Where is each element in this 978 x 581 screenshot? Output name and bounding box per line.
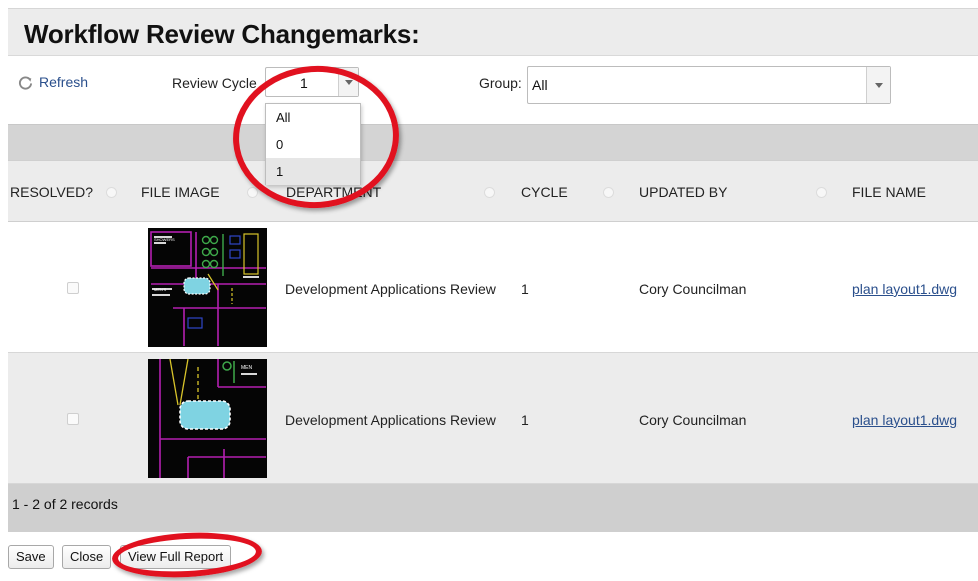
gear-icon[interactable] [604,188,613,197]
refresh-icon [18,75,33,90]
group-label: Group: [479,75,522,91]
records-count: 1 - 2 of 2 records [12,496,118,512]
column-header-department[interactable]: DEPARTMENT [286,184,381,200]
dropdown-option-all[interactable]: All [266,104,360,131]
table-row: MEN Development Applications Review 1 Co… [8,353,978,484]
column-header-file-name[interactable]: FILE NAME [852,184,926,200]
svg-text:MEN: MEN [241,365,253,371]
review-cycle-dropdown-list: All 0 1 [265,103,361,185]
view-full-report-button[interactable]: View Full Report [120,545,232,569]
file-thumbnail[interactable]: MEN [148,359,267,478]
dropdown-option-1[interactable]: 1 [266,158,360,185]
cycle-cell: 1 [521,281,529,297]
group-value: All [532,77,548,93]
gear-icon[interactable] [817,188,826,197]
toolbar: Refresh Review Cycle 1 Group: All [8,62,978,104]
column-header-file-image[interactable]: FILE IMAGE [141,184,220,200]
column-header-cycle[interactable]: CYCLE [521,184,568,200]
grid-toolbar [8,124,978,160]
resolved-checkbox[interactable] [67,282,79,294]
updated-by-cell: Cory Councilman [639,412,747,428]
chevron-down-icon [874,82,883,88]
svg-text:SHOWERS: SHOWERS [154,237,175,242]
gear-icon[interactable] [248,188,257,197]
group-dropdown-button[interactable] [866,67,890,103]
page-title: Workflow Review Changemarks: [24,19,420,49]
resolved-checkbox[interactable] [67,413,79,425]
save-button[interactable]: Save [8,545,54,569]
dropdown-option-0[interactable]: 0 [266,131,360,158]
svg-text:MEN'S: MEN'S [154,287,167,292]
file-thumbnail[interactable]: SHOWERS MEN'S [148,228,267,347]
cycle-cell: 1 [521,412,529,428]
gear-icon[interactable] [107,188,116,197]
column-header-resolved[interactable]: RESOLVED? [10,184,93,200]
review-cycle-label: Review Cycle [172,75,257,91]
group-select[interactable]: All [527,66,891,104]
header-bar: Workflow Review Changemarks: [8,8,978,56]
file-name-link[interactable]: plan layout1.dwg [852,412,957,428]
refresh-button[interactable]: Refresh [18,74,88,90]
gear-icon[interactable] [485,188,494,197]
close-button[interactable]: Close [62,545,112,569]
review-cycle-value: 1 [300,75,308,91]
review-cycle-dropdown-button[interactable] [338,68,358,96]
file-name-link[interactable]: plan layout1.dwg [852,281,957,297]
updated-by-cell: Cory Councilman [639,281,747,297]
refresh-label: Refresh [39,74,89,90]
table-row: SHOWERS MEN'S Development Applications R… [8,222,978,353]
grid-footer: 1 - 2 of 2 records [8,484,978,532]
department-cell: Development Applications Review [285,412,496,428]
review-cycle-select[interactable]: 1 [265,67,359,97]
column-header-row: RESOLVED? FILE IMAGE DEPARTMENT CYCLE UP… [8,160,978,222]
chevron-down-icon [344,79,353,85]
department-cell: Development Applications Review [285,281,496,297]
column-header-updated-by[interactable]: UPDATED BY [639,184,727,200]
